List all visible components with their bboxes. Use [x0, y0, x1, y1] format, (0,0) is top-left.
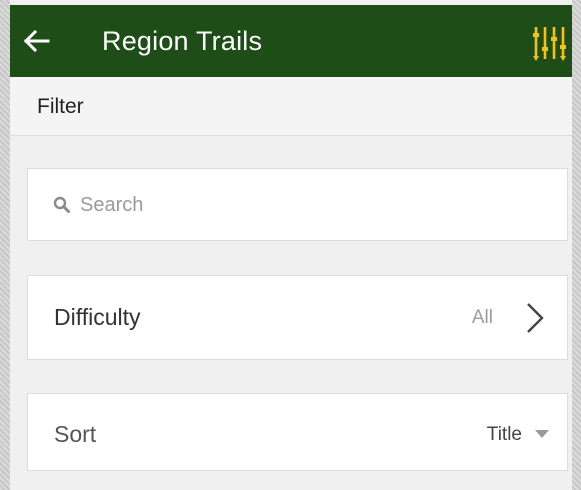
- sort-row[interactable]: Sort Title: [27, 393, 568, 471]
- difficulty-label: Difficulty: [54, 304, 141, 330]
- app-bar: Region Trails: [10, 5, 572, 77]
- difficulty-value: All: [471, 307, 493, 328]
- filter-subheader: Filter: [10, 77, 572, 136]
- arrow-left-icon[interactable]: [22, 29, 50, 53]
- sort-select-value[interactable]: Title: [487, 424, 522, 446]
- dropdown-arrow-icon[interactable]: [535, 430, 549, 438]
- difficulty-row[interactable]: Difficulty All: [27, 275, 568, 360]
- chevron-right-icon[interactable]: [523, 301, 547, 335]
- app-title: Region Trails: [102, 26, 263, 56]
- app-screen: Region Trails Filter Difficu: [10, 0, 572, 490]
- search-input[interactable]: [80, 189, 540, 221]
- search-card[interactable]: [27, 168, 568, 241]
- filter-heading: Filter: [37, 95, 84, 118]
- sliders-filter-icon[interactable]: [532, 23, 568, 63]
- search-icon: [53, 196, 70, 213]
- sort-label: Sort: [54, 421, 97, 447]
